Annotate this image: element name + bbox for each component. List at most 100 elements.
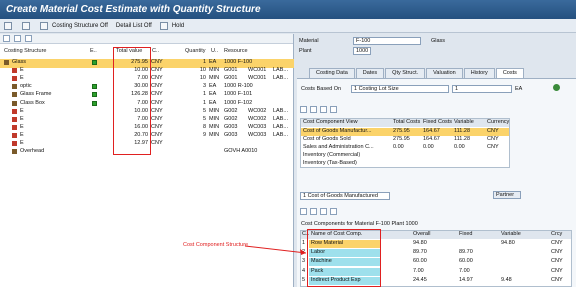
cost-cell: Cost of Goods Sold: [303, 136, 351, 142]
sort-icon[interactable]: [300, 208, 307, 215]
tab-costs[interactable]: Costs: [495, 68, 524, 78]
currency-cell: CNY: [151, 83, 163, 90]
tree-item-name: E: [20, 131, 24, 138]
currency-cell: CNY: [151, 123, 163, 130]
cost-table-row[interactable]: Inventory (Commercial): [301, 152, 509, 160]
cost-cell: 164.67: [423, 136, 440, 142]
column-header[interactable]: Total Costs: [393, 119, 420, 125]
tree-item-name: E: [20, 75, 24, 82]
col-e[interactable]: E..: [90, 48, 97, 56]
column-header[interactable]: Fixed: [459, 231, 472, 237]
material-field[interactable]: F-100: [353, 37, 421, 45]
sum-icon[interactable]: [320, 106, 327, 113]
tab-dates[interactable]: Dates: [355, 68, 385, 78]
tab-strip: Costing Data Dates Qty Struct. Valuation His…: [309, 68, 525, 78]
comp-cell: 7.00: [459, 267, 470, 274]
tab-costing-data[interactable]: Costing Data: [309, 68, 355, 78]
column-header[interactable]: Cost Component View: [303, 119, 358, 125]
export-icon[interactable]: [330, 208, 337, 215]
costing-indicator-icon: [553, 84, 560, 91]
back-icon[interactable]: [4, 21, 12, 30]
resource-cell: 1000 F-101: [224, 91, 253, 98]
cost-table-row[interactable]: Cost of Goods Manufactur... 275.95 164.67 1…: [301, 128, 509, 136]
activity-icon: [12, 68, 17, 74]
lot-size-field[interactable]: 1: [452, 85, 512, 93]
workcenter-cell: WC001: [248, 67, 267, 74]
column-header[interactable]: Variable: [501, 231, 521, 237]
window-title: Create Material Cost Estimate with Quant…: [0, 0, 576, 19]
col-unit[interactable]: U..: [211, 48, 218, 56]
detail-panel: Material F-100 Glass Plant 1000 Costing …: [297, 34, 576, 287]
comp-cell: 9.48: [501, 276, 512, 283]
col-costing-structure[interactable]: Costing Structure: [4, 48, 47, 56]
material-icon: [12, 84, 17, 90]
tree-item-name: Overhead: [20, 148, 45, 155]
workcenter-cell: WC003: [248, 123, 267, 130]
tab-valuation[interactable]: Valuation: [426, 68, 463, 78]
sum-icon[interactable]: [320, 208, 327, 215]
filter-icon[interactable]: [25, 35, 32, 42]
costs-based-on-select[interactable]: 1 Costing Lot Size: [351, 85, 449, 93]
expand-icon[interactable]: [3, 35, 10, 42]
plant-field[interactable]: 1000: [353, 47, 371, 55]
cost-cell: CNY: [487, 128, 499, 134]
comp-cell: 24.45: [413, 276, 427, 283]
labor-cell: LAB...: [273, 107, 288, 114]
costing-structure-off-button[interactable]: Costing Structure Off: [40, 21, 108, 30]
workcenter-cell: WC001: [248, 75, 267, 82]
export-icon[interactable]: [330, 106, 337, 113]
activity-icon: [12, 108, 17, 114]
comp-cell: 14.97: [459, 276, 473, 283]
currency-cell: CNY: [151, 99, 163, 106]
tree-item-name: E: [20, 115, 24, 122]
sort-icon[interactable]: [300, 106, 307, 113]
column-header[interactable]: Crcy: [551, 231, 562, 237]
currency-cell: CNY: [151, 59, 163, 65]
resource-cell: G002: [224, 115, 238, 122]
filter-icon[interactable]: [310, 106, 317, 113]
material-icon: [12, 92, 17, 98]
unit-cell: EA: [209, 83, 217, 90]
column-header[interactable]: Overall: [413, 231, 430, 237]
cost-table-toolbar: [300, 106, 337, 115]
unit-cell: EA: [209, 99, 217, 106]
comp-cell: CNY: [551, 258, 563, 265]
labor-cell: LAB...: [273, 115, 288, 122]
hold-button[interactable]: Hold: [159, 21, 184, 30]
comp-cell: CNY: [551, 276, 563, 283]
view-select[interactable]: 1 Cost of Goods Manufactured: [300, 192, 390, 200]
collapse-icon[interactable]: [14, 35, 21, 42]
cost-cell: CNY: [487, 136, 499, 142]
column-header[interactable]: Currency: [487, 119, 509, 125]
tab-history[interactable]: History: [463, 68, 495, 78]
comp-cell: CNY: [551, 267, 563, 274]
col-currency[interactable]: C..: [152, 48, 159, 56]
comp-cell: CNY: [551, 249, 563, 256]
detail-list-off-button[interactable]: Detail List Off: [116, 23, 152, 29]
cost-table-row[interactable]: Cost of Goods Sold 275.95 164.67 111.28 CNY: [301, 136, 509, 144]
column-header[interactable]: Fixed Costs: [423, 119, 452, 125]
resource-cell: G003: [224, 123, 238, 130]
cost-table-row[interactable]: Sales and Administration C... 0.00 0.00 0.0…: [301, 144, 509, 152]
labor-cell: LAB...: [273, 67, 288, 74]
col-resource[interactable]: Resource: [224, 48, 248, 56]
col-quantity[interactable]: Quantity: [185, 48, 205, 56]
filter-icon[interactable]: [310, 208, 317, 215]
cost-cell: 111.28: [454, 136, 471, 142]
activity-icon: [12, 132, 17, 138]
cost-view-table: Cost Component View Total Costs Fixed Cost…: [300, 118, 510, 168]
tab-qty-struct[interactable]: Qty Struct.: [385, 68, 426, 78]
total-value-highlight: [113, 47, 151, 155]
workcenter-cell: WC002: [248, 115, 267, 122]
activity-icon: [12, 76, 17, 82]
cost-table-row[interactable]: Inventory (Tax-Based): [301, 160, 509, 168]
cost-cell: Cost of Goods Manufactur...: [303, 128, 372, 134]
cost-cell: Sales and Administration C...: [303, 144, 374, 150]
column-header[interactable]: Variable: [454, 119, 474, 125]
quantity-cell: 10: [199, 67, 206, 74]
cost-components-title: Cost Components for Material F-100 Plant…: [301, 221, 418, 227]
partner-button[interactable]: Partner: [493, 191, 521, 199]
material-label: Material: [299, 38, 319, 44]
save-icon[interactable]: [22, 21, 30, 30]
material-icon: [12, 100, 17, 106]
